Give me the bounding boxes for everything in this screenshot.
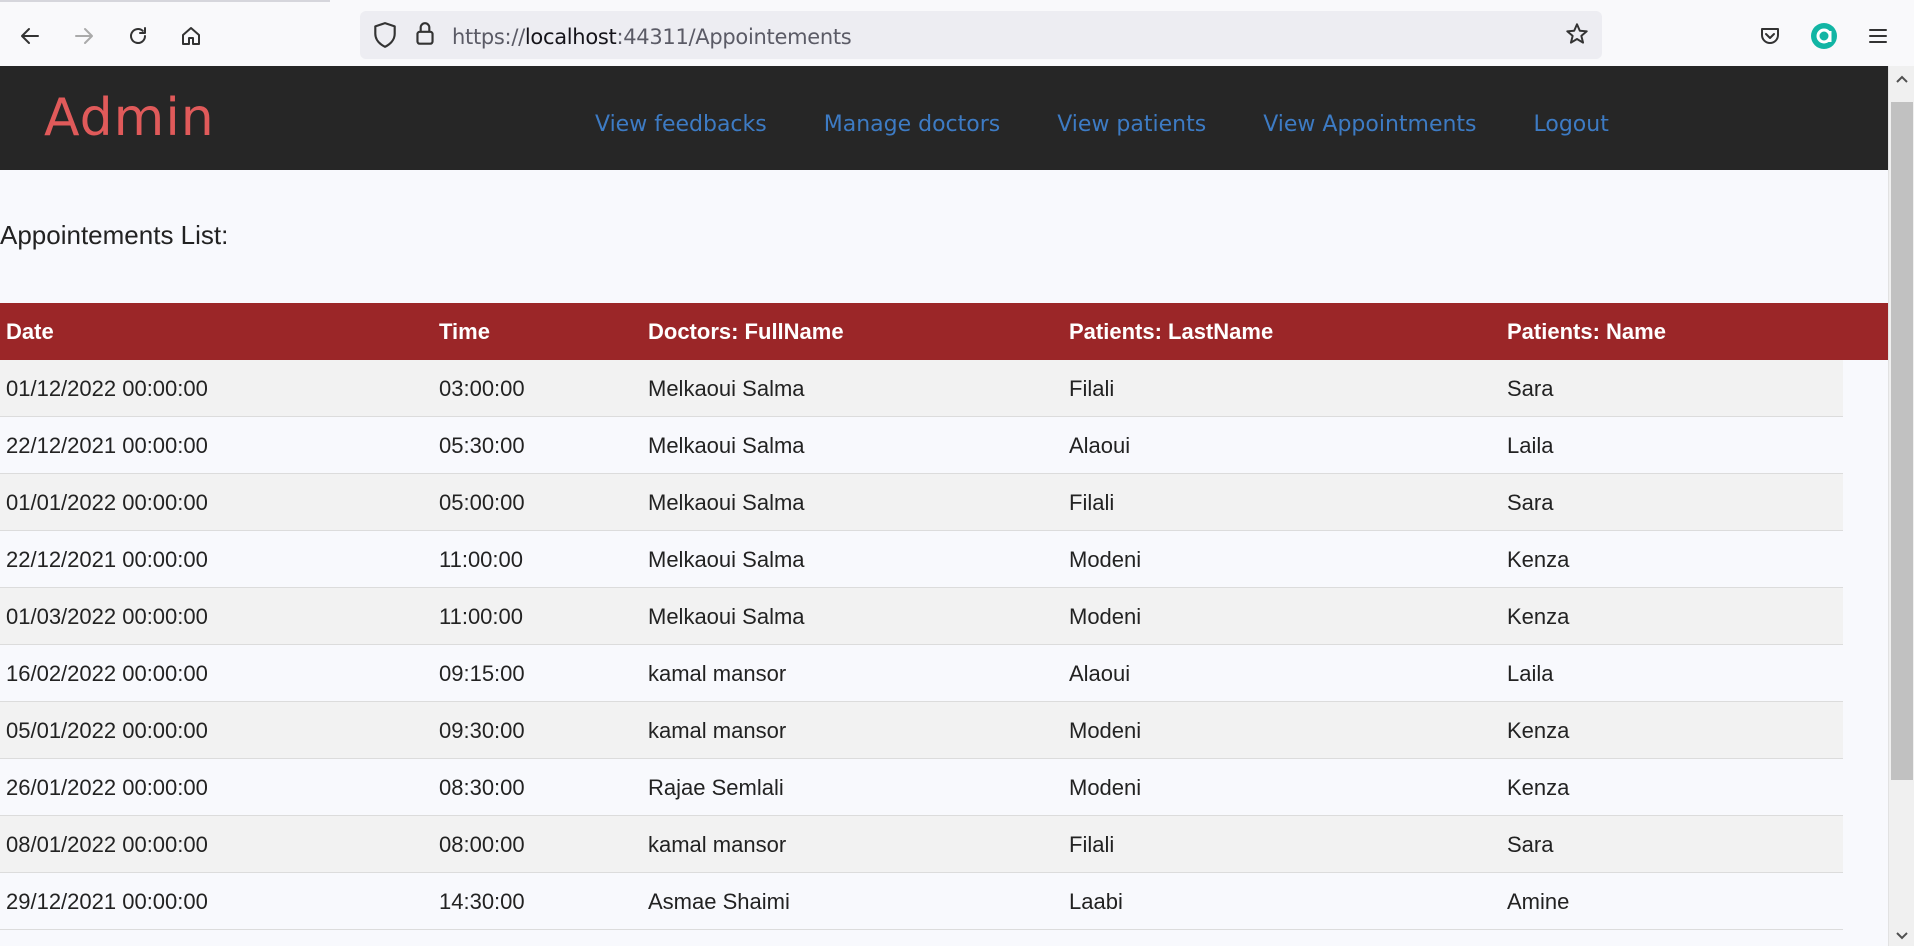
column-header-doctor: Doctors: FullName (648, 319, 844, 344)
cell-patient-name: Laila (1507, 661, 1554, 686)
cell-patient-name: Sara (1507, 832, 1554, 857)
load-progress-bar (0, 0, 330, 2)
cell-time: 09:15:00 (439, 661, 525, 686)
url-path: :44311/Appointements (616, 25, 852, 49)
cell-patient-name: Kenza (1507, 718, 1570, 743)
cell-date: 05/01/2022 00:00:00 (6, 718, 208, 743)
shield-icon[interactable] (372, 21, 398, 54)
admin-navbar: Admin View feedbacks Manage doctors View… (0, 66, 1888, 170)
cell-date: 26/01/2022 00:00:00 (6, 775, 208, 800)
brand-logo[interactable]: Admin (44, 88, 215, 148)
cell-patient-lastname: Alaoui (1069, 661, 1131, 686)
table-row: 01/12/2022 00:00:00 03:00:00 Melkaoui Salm… (0, 360, 1843, 417)
cell-doctor: Melkaoui Salma (648, 376, 805, 401)
cell-patient-name: Laila (1507, 433, 1554, 458)
lock-icon[interactable] (412, 20, 438, 53)
table-header: Date Time Doctors: FullName Patients: La… (0, 303, 1888, 360)
column-header-time: Time (439, 319, 490, 344)
cell-doctor: Melkaoui Salma (648, 604, 805, 629)
forward-icon[interactable] (66, 18, 102, 54)
page-scrollbar[interactable] (1888, 66, 1914, 946)
nav-manage-doctors[interactable]: Manage doctors (824, 112, 1001, 137)
cell-patient-lastname: Modeni (1069, 718, 1142, 743)
back-icon[interactable] (12, 18, 48, 54)
browser-toolbar: https://localhost:44311/Appointements (0, 0, 1914, 67)
cell-time: 11:00:00 (439, 604, 524, 629)
cell-date: 08/01/2022 00:00:00 (6, 832, 208, 857)
cell-time: 09:30:00 (439, 718, 525, 743)
cell-time: 05:00:00 (439, 490, 525, 515)
url-scheme: https:// (452, 25, 525, 49)
nav-view-feedbacks[interactable]: View feedbacks (595, 112, 767, 137)
cell-doctor: Asmae Shaimi (648, 889, 790, 914)
column-header-date: Date (6, 319, 54, 344)
menu-icon[interactable] (1860, 18, 1896, 54)
cell-time: 05:30:00 (439, 433, 525, 458)
table-row: 01/03/2022 00:00:00 11:00:00 Melkaoui Salm… (0, 588, 1843, 645)
cell-doctor: kamal mansor (648, 832, 787, 857)
column-header-patient-lastname: Patients: LastName (1069, 319, 1274, 344)
nav-view-appointments[interactable]: View Appointments (1263, 112, 1476, 137)
cell-patient-name: Kenza (1507, 547, 1570, 572)
table-row: 05/01/2022 00:00:00 09:30:00 kamal mansor M… (0, 702, 1843, 759)
table-row: 01/01/2022 00:00:00 05:00:00 Melkaoui Salm… (0, 474, 1843, 531)
nav-view-patients[interactable]: View patients (1057, 112, 1206, 137)
cell-date: 29/12/2021 00:00:00 (6, 889, 208, 914)
cell-patient-lastname: Modeni (1069, 604, 1142, 629)
table-row: 08/01/2022 00:00:00 08:00:00 kamal mansor F… (0, 816, 1843, 873)
cell-doctor: Melkaoui Salma (648, 547, 805, 572)
cell-patient-name: Sara (1507, 490, 1554, 515)
nav-logout[interactable]: Logout (1534, 112, 1609, 137)
appointments-table-body: 01/12/2022 00:00:00 03:00:00 Melkaoui Salm… (0, 360, 1843, 930)
cell-patient-lastname: Modeni (1069, 775, 1142, 800)
home-icon[interactable] (173, 18, 209, 54)
address-bar[interactable]: https://localhost:44311/Appointements (360, 11, 1602, 59)
cell-patient-lastname: Alaoui (1069, 433, 1131, 458)
url-host: localhost (524, 25, 617, 49)
cell-patient-name: Amine (1507, 889, 1570, 914)
bookmark-star-icon[interactable] (1564, 21, 1590, 52)
cell-patient-name: Kenza (1507, 604, 1570, 629)
scroll-down-arrow-icon[interactable] (1889, 926, 1914, 946)
table-row: 22/12/2021 00:00:00 05:30:00 Melkaoui Salm… (0, 417, 1843, 474)
cell-date: 22/12/2021 00:00:00 (6, 433, 208, 458)
cell-doctor: Rajae Semlali (648, 775, 784, 800)
cell-date: 01/12/2022 00:00:00 (6, 376, 208, 401)
cell-time: 11:00:00 (439, 547, 524, 572)
cell-patient-lastname: Laabi (1069, 889, 1123, 914)
url-text[interactable]: https://localhost:44311/Appointements (452, 25, 852, 49)
cell-patient-lastname: Filali (1069, 490, 1115, 515)
cell-time: 03:00:00 (439, 376, 525, 401)
table-row: 16/02/2022 00:00:00 09:15:00 kamal mansor A… (0, 645, 1843, 702)
table-row: 22/12/2021 00:00:00 11:00:00 Melkaoui Salm… (0, 531, 1843, 588)
cell-time: 08:00:00 (439, 832, 525, 857)
cell-doctor: Melkaoui Salma (648, 433, 805, 458)
cell-date: 22/12/2021 00:00:00 (6, 547, 208, 572)
cell-date: 01/03/2022 00:00:00 (6, 604, 208, 629)
cell-doctor: Melkaoui Salma (648, 490, 805, 515)
account-icon[interactable] (1806, 18, 1842, 54)
cell-doctor: kamal mansor (648, 661, 787, 686)
cell-date: 16/02/2022 00:00:00 (6, 661, 208, 686)
cell-time: 08:30:00 (439, 775, 525, 800)
table-row: 26/01/2022 00:00:00 08:30:00 Rajae Semlali… (0, 759, 1843, 816)
cell-patient-lastname: Modeni (1069, 547, 1142, 572)
cell-patient-name: Kenza (1507, 775, 1570, 800)
table-row: 29/12/2021 00:00:00 14:30:00 Asmae Shaimi L… (0, 873, 1843, 930)
cell-patient-lastname: Filali (1069, 832, 1115, 857)
cell-time: 14:30:00 (439, 889, 525, 914)
cell-patient-name: Sara (1507, 376, 1554, 401)
scroll-up-arrow-icon[interactable] (1889, 68, 1914, 90)
cell-date: 01/01/2022 00:00:00 (6, 490, 208, 515)
scrollbar-thumb[interactable] (1891, 102, 1913, 780)
cell-patient-lastname: Filali (1069, 376, 1115, 401)
nav-links: View feedbacks Manage doctors View patie… (595, 112, 1666, 137)
pocket-icon[interactable] (1752, 18, 1788, 54)
page-title: Appointements List: (0, 220, 229, 250)
column-header-patient-name: Patients: Name (1507, 319, 1666, 344)
cell-doctor: kamal mansor (648, 718, 787, 743)
reload-icon[interactable] (120, 18, 156, 54)
